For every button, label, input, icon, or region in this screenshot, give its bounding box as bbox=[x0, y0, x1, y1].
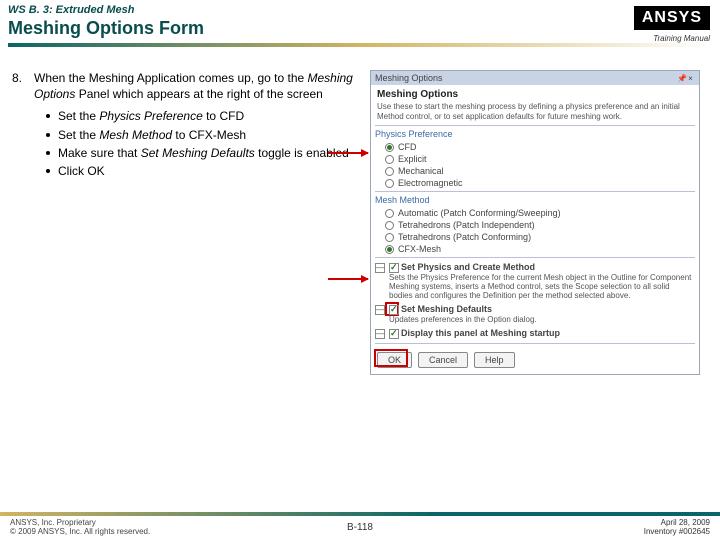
checkbox-icon[interactable] bbox=[389, 305, 399, 315]
footer-left: ANSYS, Inc. Proprietary © 2009 ANSYS, In… bbox=[10, 518, 150, 536]
help-button[interactable]: Help bbox=[474, 352, 515, 368]
training-manual-label: Training Manual bbox=[653, 34, 710, 43]
radio-automatic[interactable]: Automatic (Patch Conforming/Sweeping) bbox=[371, 207, 699, 219]
sub-bullets: Set the Physics Preference to CFD Set th… bbox=[46, 108, 362, 179]
collapse-icon[interactable]: — bbox=[375, 263, 385, 273]
slide-footer: ANSYS, Inc. Proprietary © 2009 ANSYS, In… bbox=[0, 512, 720, 540]
panel-titlebar: Meshing Options 📌× bbox=[371, 71, 699, 85]
radio-icon bbox=[385, 245, 394, 254]
close-icon[interactable]: × bbox=[686, 74, 695, 83]
arrow-physics bbox=[328, 152, 368, 154]
radio-cfx-mesh[interactable]: CFX-Mesh bbox=[371, 243, 699, 255]
group-physics-label: Physics Preference bbox=[375, 129, 699, 139]
footer-right: April 28, 2009 Inventory #002645 bbox=[644, 518, 710, 536]
highlight-box-ok bbox=[374, 349, 408, 367]
radio-explicit[interactable]: Explicit bbox=[371, 153, 699, 165]
bullet-2: Set the Mesh Method to CFX-Mesh bbox=[46, 127, 362, 143]
checkbox-icon[interactable] bbox=[389, 329, 399, 339]
collapse-icon[interactable]: — bbox=[375, 305, 385, 315]
radio-mechanical[interactable]: Mechanical bbox=[371, 165, 699, 177]
radio-tet-conforming[interactable]: Tetrahedrons (Patch Conforming) bbox=[371, 231, 699, 243]
logo-text: ANSYS bbox=[634, 6, 710, 30]
bullet-4: Click OK bbox=[46, 163, 362, 179]
toggle-set-physics[interactable]: — Set Physics and Create Method Sets the… bbox=[371, 260, 699, 302]
radio-icon bbox=[385, 179, 394, 188]
radio-icon bbox=[385, 167, 394, 176]
panel-intro: Use these to start the meshing process b… bbox=[377, 102, 693, 121]
radio-electromagnetic[interactable]: Electromagnetic bbox=[371, 177, 699, 189]
radio-icon bbox=[385, 155, 394, 164]
toggle-display-startup[interactable]: — Display this panel at Meshing startup bbox=[371, 326, 699, 341]
panel-title: Meshing Options bbox=[375, 73, 443, 83]
step-number: 8. bbox=[12, 70, 28, 181]
breadcrumb: WS B. 3: Extruded Mesh bbox=[8, 4, 712, 16]
cancel-button[interactable]: Cancel bbox=[418, 352, 468, 368]
step-8: 8. When the Meshing Application comes up… bbox=[12, 70, 362, 181]
slide-header: WS B. 3: Extruded Mesh Meshing Options F… bbox=[0, 0, 720, 60]
radio-icon bbox=[385, 143, 394, 152]
radio-icon bbox=[385, 233, 394, 242]
checkbox-icon[interactable] bbox=[389, 263, 399, 273]
page-title: Meshing Options Form bbox=[8, 18, 712, 39]
page-number: B-118 bbox=[347, 522, 373, 533]
radio-icon bbox=[385, 221, 394, 230]
meshing-options-panel: Meshing Options 📌× Meshing Options Use t… bbox=[370, 70, 700, 375]
ansys-logo: ANSYS bbox=[634, 6, 710, 30]
accent-bar bbox=[8, 43, 712, 47]
radio-cfd[interactable]: CFD bbox=[371, 141, 699, 153]
toggle-set-defaults[interactable]: — Set Meshing Defaults Updates preferenc… bbox=[371, 302, 699, 326]
group-method-label: Mesh Method bbox=[375, 195, 699, 205]
collapse-icon[interactable]: — bbox=[375, 329, 385, 339]
instruction-column: 8. When the Meshing Application comes up… bbox=[12, 70, 362, 375]
arrow-method bbox=[328, 278, 368, 280]
bullet-3: Make sure that Set Meshing Defaults togg… bbox=[46, 145, 362, 161]
radio-icon bbox=[385, 209, 394, 218]
pin-icon[interactable]: 📌 bbox=[677, 74, 686, 83]
panel-heading: Meshing Options bbox=[377, 89, 693, 100]
radio-tet-independent[interactable]: Tetrahedrons (Patch Independent) bbox=[371, 219, 699, 231]
bullet-1: Set the Physics Preference to CFD bbox=[46, 108, 362, 124]
step-text: When the Meshing Application comes up, g… bbox=[34, 70, 362, 181]
